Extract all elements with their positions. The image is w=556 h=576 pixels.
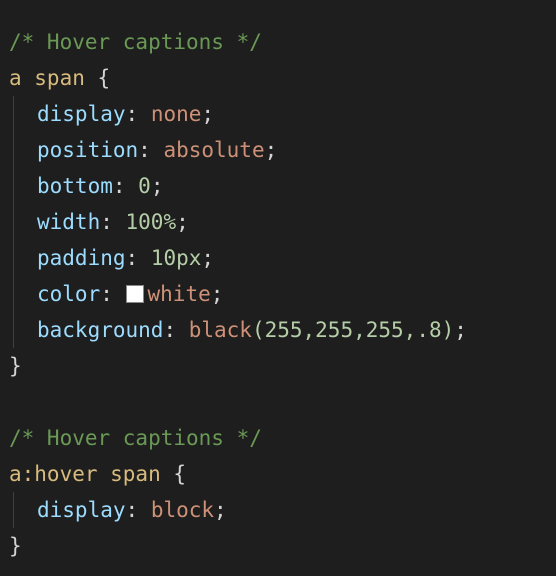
indent-guide bbox=[9, 492, 37, 528]
code-line-close: } bbox=[9, 348, 556, 384]
css-value: absolute bbox=[163, 138, 265, 162]
code-line-decl: color: white; bbox=[9, 276, 556, 312]
css-value: 100% bbox=[125, 210, 177, 234]
close-brace: } bbox=[9, 534, 22, 558]
css-value: 10px bbox=[150, 246, 202, 270]
code-line-decl: display: none; bbox=[9, 96, 556, 132]
code-line-decl: background: black(255,255,255,.8); bbox=[9, 312, 556, 348]
indent-guide bbox=[9, 132, 37, 168]
code-line-comment: /* Hover captions */ bbox=[9, 24, 556, 60]
color-swatch[interactable] bbox=[125, 285, 144, 303]
css-value: block bbox=[150, 498, 215, 522]
close-brace: } bbox=[9, 354, 22, 378]
indent-guide bbox=[9, 204, 37, 240]
indent-guide bbox=[9, 240, 37, 276]
code-editor[interactable]: /* Hover captions */ a span { display: n… bbox=[9, 24, 556, 564]
css-property: color bbox=[37, 282, 101, 306]
css-property: display bbox=[37, 102, 126, 126]
code-line-close: } bbox=[9, 528, 556, 564]
code-line-decl: padding: 10px; bbox=[9, 240, 556, 276]
css-property: width bbox=[37, 210, 101, 234]
code-line-decl: display: block; bbox=[9, 492, 556, 528]
code-line-selector: a:hover span { bbox=[9, 456, 556, 492]
css-value: white bbox=[147, 282, 211, 306]
css-selector: a:hover span bbox=[9, 462, 161, 486]
code-line-selector: a span { bbox=[9, 60, 556, 96]
code-line-decl: width: 100%; bbox=[9, 204, 556, 240]
css-property: position bbox=[37, 138, 139, 162]
css-property: padding bbox=[37, 246, 126, 270]
css-comment: /* Hover captions */ bbox=[9, 30, 262, 54]
indent-guide bbox=[9, 168, 37, 204]
open-brace: { bbox=[160, 462, 187, 486]
code-line-decl: position: absolute; bbox=[9, 132, 556, 168]
indent-guide bbox=[9, 312, 37, 348]
css-value: none bbox=[150, 102, 202, 126]
css-comment: /* Hover captions */ bbox=[9, 426, 262, 450]
css-property: background bbox=[37, 318, 164, 342]
css-value-args: (255,255,255,.8) bbox=[251, 318, 455, 342]
css-property: display bbox=[37, 498, 126, 522]
code-line-comment: /* Hover captions */ bbox=[9, 420, 556, 456]
css-selector: a span bbox=[9, 66, 85, 90]
css-value: 0 bbox=[138, 174, 151, 198]
open-brace: { bbox=[84, 66, 111, 90]
css-value-function: black bbox=[188, 318, 252, 342]
indent-guide bbox=[9, 96, 37, 132]
css-property: bottom bbox=[37, 174, 113, 198]
code-line-decl: bottom: 0; bbox=[9, 168, 556, 204]
indent-guide bbox=[9, 276, 37, 312]
